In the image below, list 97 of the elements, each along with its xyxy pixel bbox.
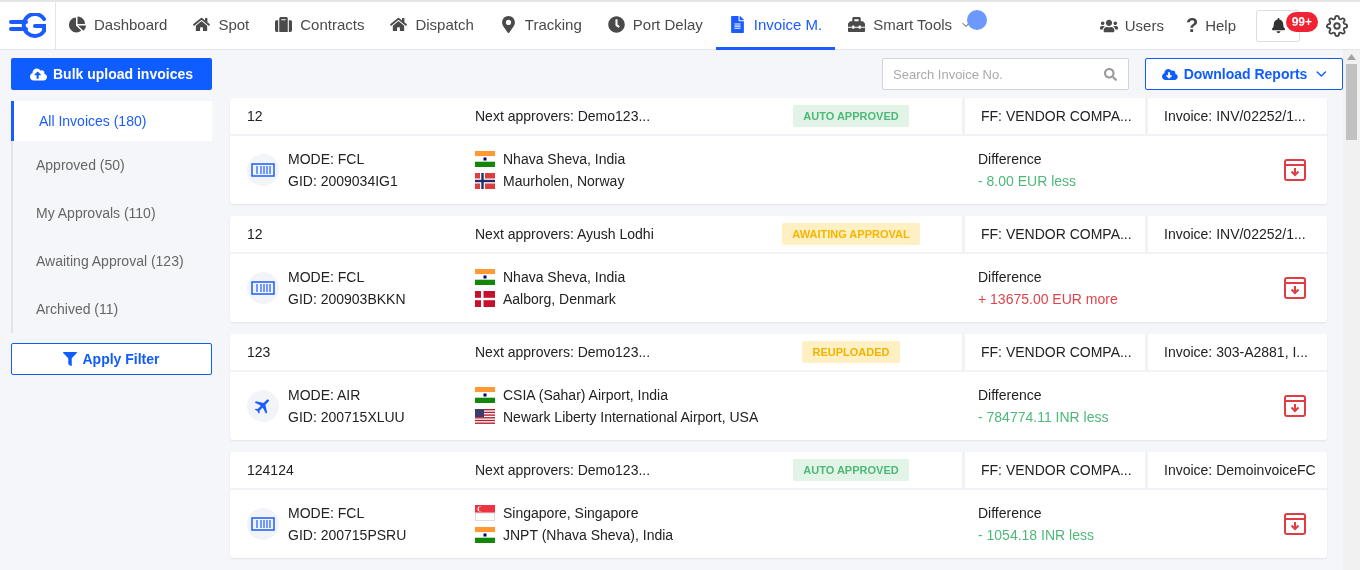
origin-location: Nhava Sheva, India [503,151,626,167]
bell-icon [1270,18,1286,33]
invoice-card[interactable] [230,334,1327,440]
house-icon [390,16,408,33]
scroll-up-icon[interactable] [1347,54,1356,60]
shipment-gid: GID: 200715XLUU [288,409,405,425]
difference-label: Difference [978,387,1043,403]
destination-location: JNPT (Nhava Sheva), India [503,527,674,543]
users-link[interactable]: Users [1091,16,1172,35]
freight-forwarder: FF: VENDOR COMPA... [962,452,1145,488]
sidebar-item[interactable]: All Invoices (180) [11,101,212,141]
invoice-number: 12 [246,225,264,244]
nav-tab[interactable]: Spot [180,2,263,50]
origin-location: Singapore, Singapore [503,505,639,521]
invoice-card[interactable]: 12 Next approvers: Ayush Lodhi AWAITING APPROVAL FF: VENDOR COMPA... Invoice: INV/02252/1... MODE: FCL GID: 200903BKKN Nhava Sheva, India Aalborg, Denmark Difference + 13675.00 EUR more [230,216,1327,322]
sidebar-item[interactable]: My Approvals (110) [13,189,212,237]
invoice-number: 124124 [246,461,295,480]
flag-icon [475,409,495,425]
invoice-card[interactable]: 124124 Next approvers: Demo123... AUTO APPROVED FF: VENDOR COMPA... Invoice: DemoinvoiceFC MODE: FCL GID: 200715PSRU Singapore, Singapore JNPT (Nhava Sheva), India Difference - 1054.18 INR less [230,452,1327,558]
difference-amount: + 13675.00 EUR more [978,291,1118,307]
nav-tab[interactable]: Tracking [486,2,595,50]
shipment-gid: GID: 2009034IG1 [288,173,398,189]
destination-location: Newark Liberty International Airport, USA [503,409,759,425]
archive-download-icon[interactable] [1283,394,1307,418]
shipment-mode: MODE: AIR [288,387,362,403]
invoice-card[interactable]: 12 Next approvers: Demo123... AUTO APPROVED FF: VENDOR COMPA... Invoice: INV/02252/1... MODE: FCL GID: 2009034IG1 Nhava Sheva, India Maurholen, Norway Difference - 8.00 EUR less [230,98,1327,204]
search-field[interactable]: Search Invoice No. [882,58,1129,90]
status-badge: REUPLOADED [802,341,900,363]
shipment-gid: GID: 200715PSRU [288,527,407,543]
freight-forwarder: FF: VENDOR COMPA... [962,334,1145,370]
status-badge: AWAITING APPROVAL [782,223,920,245]
sidebar-item[interactable]: Approved (50) [13,141,212,189]
origin-location: Nhava Sheva, India [503,269,626,285]
map-pin-icon [499,16,517,33]
archive-download-icon[interactable] [1283,158,1307,182]
bulk-upload-button[interactable]: Bulk upload invoices [11,58,212,90]
search-icon [1104,68,1117,81]
settings-icon[interactable] [1326,14,1348,37]
briefcase-icon [275,16,293,33]
flag-icon [475,505,495,521]
difference-label: Difference [978,269,1043,285]
help-link[interactable]: ? Help [1177,14,1244,37]
difference-label: Difference [978,151,1043,167]
sidebar-item[interactable]: Awaiting Approval (123) [13,237,212,285]
shipment-mode: MODE: FCL [288,151,366,167]
next-approvers: Next approvers: Ayush Lodhi [475,225,655,244]
house-icon [193,16,211,33]
flag-icon [475,527,495,543]
scrollbar[interactable] [1343,50,1360,570]
invoice-reference: Invoice: INV/02252/1... [1145,98,1327,134]
archive-download-icon[interactable] [1283,512,1307,536]
logo[interactable] [7,12,48,39]
difference-label: Difference [978,505,1043,521]
next-approvers: Next approvers: Demo123... [475,107,652,126]
shipment-mode: MODE: FCL [288,269,366,285]
scrollbar-thumb[interactable] [1346,64,1357,140]
invoice-reference: Invoice: DemoinvoiceFC [1145,452,1327,488]
status-badge: AUTO APPROVED [793,459,909,481]
apply-filter-button[interactable]: Apply Filter [11,343,212,375]
filter-icon [63,352,78,366]
origin-location: CSIA (Sahar) Airport, India [503,387,668,403]
nav-tab[interactable]: Dashboard [56,2,181,50]
invoice-reference: Invoice: 303-A2881, I... [1145,334,1327,370]
download-reports-button[interactable]: Download Reports [1145,58,1343,90]
status-badge: AUTO APPROVED [793,105,909,127]
archive-download-icon[interactable] [1283,276,1307,300]
difference-amount: - 8.00 EUR less [978,173,1077,189]
notification-count: 99+ [1285,11,1318,32]
clock-icon [607,16,625,33]
freight-forwarder: FF: VENDOR COMPA... [962,98,1145,134]
help-icon: ? [1185,14,1199,37]
nav-tab[interactable]: Smart Tools [835,2,986,50]
pie-chart-icon [69,16,86,33]
destination-location: Maurholen, Norway [503,173,625,189]
difference-amount: - 784774.11 INR less [978,409,1109,425]
tour-marker [967,10,988,30]
invoice-number: 123 [246,343,272,362]
flag-icon [475,291,495,307]
flag-icon [475,269,495,285]
sidebar-item[interactable]: Archived (11) [13,285,212,333]
toolbox-icon [848,16,866,33]
shipment-mode: MODE: FCL [288,505,366,521]
flag-icon [475,151,495,167]
flag-icon [475,387,495,403]
document-icon [728,16,746,33]
flag-icon [475,173,495,189]
nav-tab[interactable]: Dispatch [377,2,487,50]
invoice-number: 12 [246,107,264,126]
nav-tab[interactable]: Port Delay [594,2,716,50]
shipment-gid: GID: 200903BKKN [288,291,406,307]
next-approvers: Next approvers: Demo123... [475,343,652,362]
difference-amount: - 1054.18 INR less [978,527,1094,543]
nav-tab[interactable]: Contracts [262,2,378,50]
freight-forwarder: FF: VENDOR COMPA... [962,216,1145,252]
invoice-reference: Invoice: INV/02252/1... [1145,216,1327,252]
destination-location: Aalborg, Denmark [503,291,616,307]
next-approvers: Next approvers: Demo123... [475,461,652,480]
